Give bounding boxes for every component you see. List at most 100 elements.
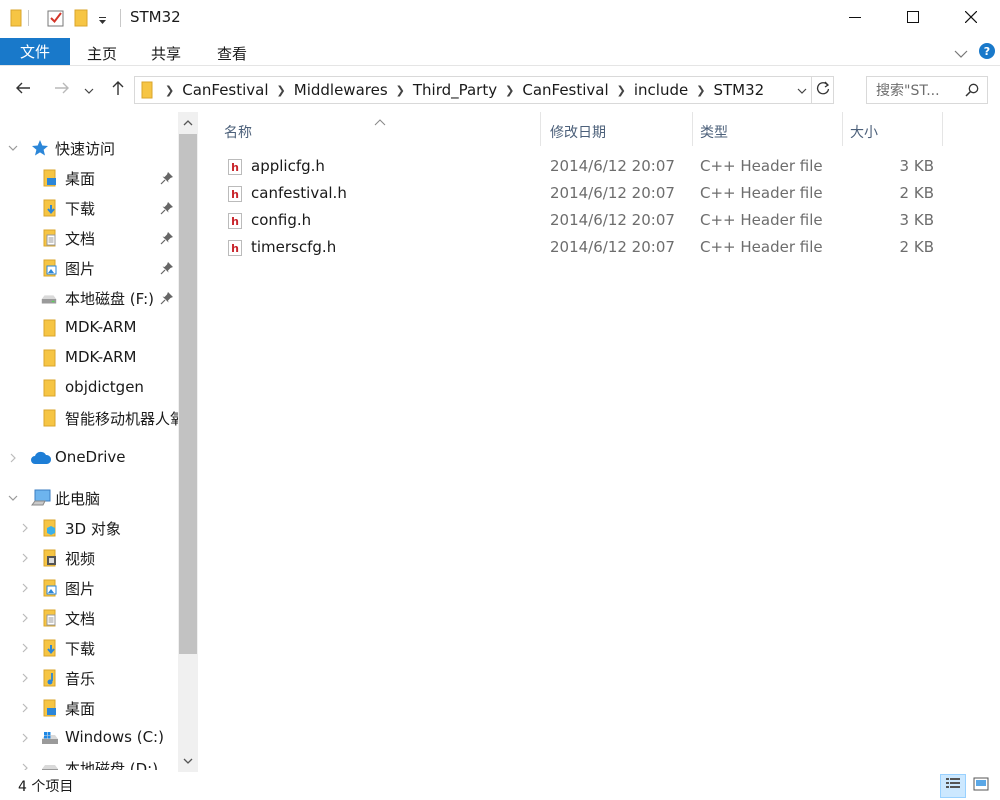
- sidebar-scrollbar[interactable]: [178, 112, 198, 772]
- sidebar-item-objdictgen[interactable]: objdictgen: [0, 374, 178, 402]
- table-row[interactable]: h config.h 2014/6/12 20:07 C++ Header fi…: [222, 208, 944, 234]
- sidebar-item-windows-c[interactable]: Windows (C:): [0, 724, 178, 752]
- sidebar-item-onedrive[interactable]: OneDrive: [0, 444, 178, 472]
- chevron-down-icon[interactable]: [8, 143, 18, 153]
- search-placeholder[interactable]: 搜索"ST...: [867, 80, 940, 100]
- breadcrumb-item[interactable]: CanFestival: [174, 81, 276, 99]
- maximize-button[interactable]: [884, 0, 942, 36]
- minimize-button[interactable]: [826, 0, 884, 36]
- chevron-right-icon[interactable]: [20, 613, 30, 623]
- chevron-right-icon[interactable]: [20, 673, 30, 683]
- tab-file[interactable]: 文件: [0, 38, 70, 65]
- sidebar-item-music[interactable]: 音乐: [0, 664, 178, 692]
- customize-dropdown-icon[interactable]: [98, 12, 108, 30]
- chevron-right-icon[interactable]: ❯: [617, 84, 626, 97]
- scrollbar-thumb[interactable]: [179, 134, 197, 654]
- chevron-right-icon[interactable]: ❯: [696, 84, 705, 97]
- sidebar-item-mdk-arm[interactable]: MDK-ARM: [0, 314, 178, 342]
- address-dropdown-button[interactable]: [793, 77, 811, 103]
- sidebar-item-mdk-arm[interactable]: MDK-ARM: [0, 344, 178, 372]
- new-folder-icon[interactable]: [74, 9, 88, 31]
- chevron-down-icon[interactable]: [954, 45, 968, 63]
- forward-button[interactable]: [50, 78, 74, 102]
- pin-icon[interactable]: [160, 201, 174, 219]
- sidebar-item-pictures[interactable]: 图片: [0, 574, 178, 602]
- column-header-name[interactable]: 名称: [224, 117, 544, 147]
- breadcrumb-item[interactable]: STM32: [705, 81, 772, 99]
- table-row[interactable]: h applicfg.h 2014/6/12 20:07 C++ Header …: [222, 154, 944, 180]
- pin-icon[interactable]: [160, 261, 174, 279]
- refresh-button[interactable]: [811, 77, 833, 103]
- address-bar[interactable]: ❯ CanFestival ❯ Middlewares ❯ Third_Part…: [134, 76, 834, 104]
- sidebar-item-pictures[interactable]: 图片: [0, 254, 178, 282]
- chevron-right-icon[interactable]: ❯: [277, 84, 286, 97]
- column-header-type[interactable]: 类型: [700, 117, 840, 147]
- column-divider[interactable]: [692, 112, 693, 146]
- file-size: 2 KB: [899, 184, 934, 202]
- up-button[interactable]: [106, 78, 130, 102]
- chevron-right-icon[interactable]: [20, 643, 30, 653]
- sidebar-item-downloads[interactable]: 下载: [0, 634, 178, 662]
- tab-home[interactable]: 主页: [87, 43, 117, 64]
- sidebar-item-documents[interactable]: 文档: [0, 604, 178, 632]
- chevron-right-icon[interactable]: [20, 703, 30, 713]
- sidebar-item-drive-d[interactable]: 本地磁盘 (D:): [0, 754, 178, 770]
- chevron-right-icon[interactable]: ❯: [396, 84, 405, 97]
- chevron-right-icon[interactable]: [20, 523, 30, 533]
- sidebar-item-documents[interactable]: 文档: [0, 224, 178, 252]
- column-divider[interactable]: [942, 112, 943, 146]
- breadcrumb-item[interactable]: Third_Party: [405, 81, 505, 99]
- tab-view[interactable]: 查看: [217, 43, 247, 64]
- breadcrumb-item[interactable]: CanFestival: [514, 81, 616, 99]
- search-icon[interactable]: [956, 83, 979, 101]
- breadcrumb-item[interactable]: Middlewares: [286, 81, 396, 99]
- sidebar-item-videos[interactable]: 视频: [0, 544, 178, 572]
- sidebar-item-quick-access[interactable]: 快速访问: [0, 134, 178, 162]
- sidebar-item-downloads[interactable]: 下载: [0, 194, 178, 222]
- chevron-right-icon[interactable]: ❯: [505, 84, 514, 97]
- table-row[interactable]: h timerscfg.h 2014/6/12 20:07 C++ Header…: [222, 235, 944, 261]
- sidebar-item-drive-f[interactable]: 本地磁盘 (F:): [0, 284, 178, 312]
- sidebar-item-robot-folder[interactable]: 智能移动机器人氧: [0, 404, 185, 432]
- chevron-right-icon[interactable]: [8, 453, 18, 463]
- scroll-down-button[interactable]: [178, 750, 198, 770]
- scroll-up-button[interactable]: [178, 112, 198, 132]
- column-divider[interactable]: [540, 112, 541, 146]
- table-row[interactable]: h canfestival.h 2014/6/12 20:07 C++ Head…: [222, 181, 944, 207]
- file-name: applicfg.h: [251, 157, 325, 175]
- chevron-right-icon[interactable]: ❯: [157, 84, 174, 97]
- chevron-right-icon[interactable]: [20, 583, 30, 593]
- column-header-size[interactable]: 大小: [850, 117, 940, 147]
- tab-share[interactable]: 共享: [151, 43, 181, 64]
- pin-icon[interactable]: [160, 171, 174, 189]
- videos-folder-icon: [41, 549, 59, 567]
- large-icons-view-icon: [973, 777, 989, 795]
- column-divider[interactable]: [842, 112, 843, 146]
- pin-icon[interactable]: [160, 231, 174, 249]
- details-view-button[interactable]: [940, 774, 966, 798]
- properties-check-icon[interactable]: [47, 9, 65, 31]
- large-icons-view-button[interactable]: [968, 774, 994, 798]
- chevron-up-icon: [183, 113, 193, 131]
- chevron-right-icon[interactable]: [20, 733, 30, 743]
- help-icon[interactable]: ?: [978, 42, 996, 64]
- folder-icon: [41, 409, 59, 427]
- sidebar-item-desktop[interactable]: 桌面: [0, 164, 178, 192]
- breadcrumb-item[interactable]: include: [626, 81, 696, 99]
- pin-icon[interactable]: [160, 291, 174, 309]
- sidebar-item-this-pc[interactable]: 此电脑: [0, 484, 178, 512]
- chevron-down-icon[interactable]: [8, 493, 18, 503]
- downloads-folder-icon: [41, 199, 59, 217]
- close-icon: [964, 9, 978, 27]
- sidebar-item-3d-objects[interactable]: 3D 对象: [0, 514, 178, 542]
- file-type: C++ Header file: [700, 184, 823, 202]
- chevron-right-icon[interactable]: [20, 763, 30, 770]
- minimize-icon: [849, 9, 861, 27]
- chevron-right-icon[interactable]: [20, 553, 30, 563]
- back-button[interactable]: [11, 78, 35, 102]
- column-header-date[interactable]: 修改日期: [550, 117, 690, 147]
- close-button[interactable]: [942, 0, 1000, 36]
- sidebar-item-desktop[interactable]: 桌面: [0, 694, 178, 722]
- search-box[interactable]: 搜索"ST...: [866, 76, 988, 104]
- recent-locations-button[interactable]: [81, 78, 97, 102]
